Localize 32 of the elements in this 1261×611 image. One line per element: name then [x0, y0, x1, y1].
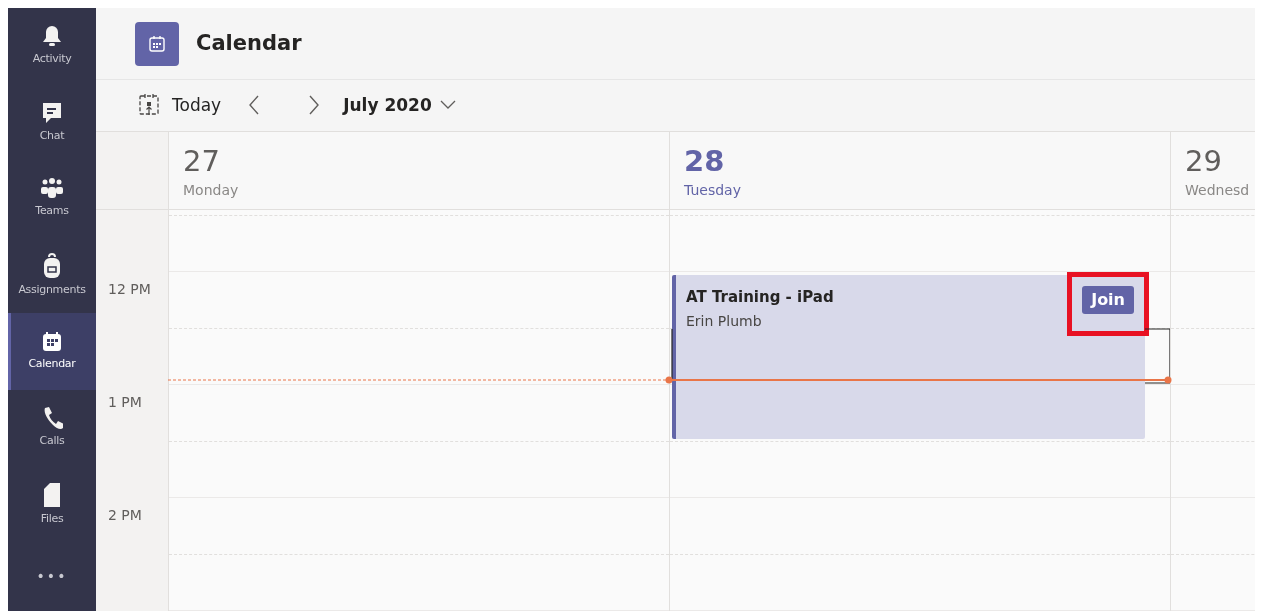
day-number: 28 — [684, 145, 725, 178]
sidebar-item[interactable]: Files — [8, 466, 96, 543]
event-organizer: Erin Plumb — [686, 311, 762, 331]
event-title: AT Training - iPad — [686, 287, 834, 306]
calendar-icon — [138, 93, 160, 118]
teams-icon — [39, 178, 65, 201]
activity-icon — [42, 24, 62, 49]
calendar-app-icon — [135, 21, 179, 66]
day-number: 29 — [1185, 145, 1222, 178]
sidebar-item[interactable]: Calendar — [8, 313, 96, 390]
sidebar-item[interactable]: Activity — [8, 8, 96, 85]
sidebar-item[interactable]: Calls — [8, 389, 96, 467]
file-icon — [42, 481, 62, 508]
caret-icon — [439, 100, 456, 111]
day-number: 27 — [183, 145, 220, 178]
calendar-icon — [41, 330, 63, 353]
more-button[interactable]: ••• — [8, 542, 96, 611]
today-button[interactable]: Today — [138, 92, 222, 119]
day-name: Wednesd — [1185, 180, 1250, 200]
backpack-icon — [41, 252, 63, 279]
time-label: 2 PM — [108, 506, 142, 523]
time-label: 12 PM — [108, 280, 151, 297]
chat-icon — [41, 100, 63, 125]
sidebar-item[interactable]: Assignments — [8, 237, 96, 314]
day-name: Tuesday — [684, 180, 741, 200]
day-name: Monday — [183, 180, 239, 200]
page-title: Calendar — [196, 29, 302, 57]
sidebar-item[interactable]: Teams — [8, 160, 96, 238]
join-button[interactable]: Join — [1082, 285, 1134, 314]
time-label: 1 PM — [108, 393, 142, 410]
month-dropdown[interactable]: July 2020 — [343, 92, 456, 119]
sidebar-item[interactable]: Chat — [8, 84, 96, 161]
